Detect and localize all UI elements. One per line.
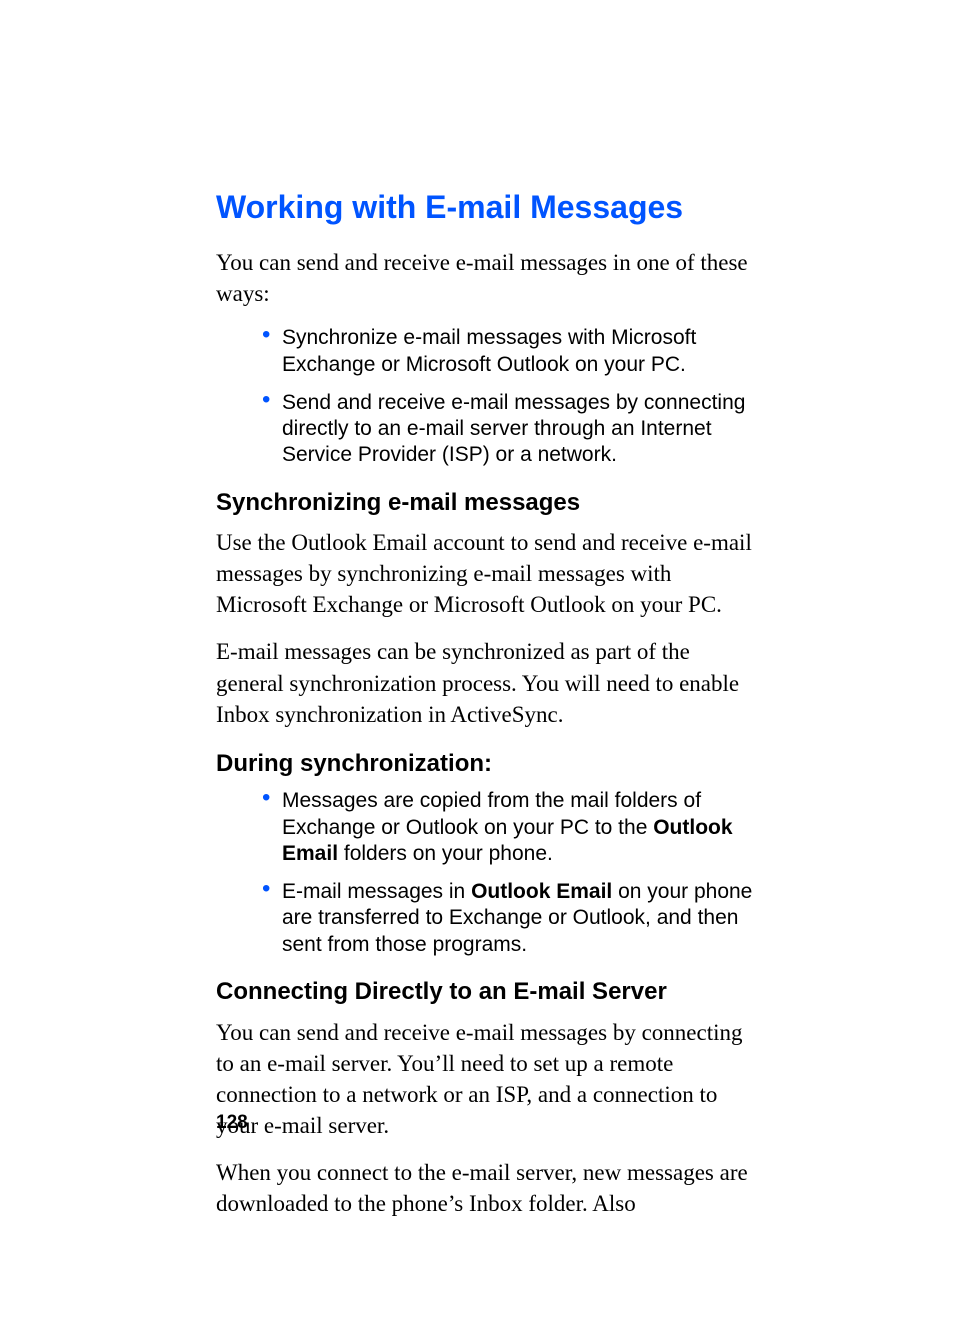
page-number: 128 [216, 1112, 248, 1134]
subhead-during-sync: During synchronization: [216, 750, 754, 779]
sync-paragraph-2: E-mail messages can be synchronized as p… [216, 636, 754, 729]
list-item: Synchronize e-mail messages with Microso… [216, 325, 754, 378]
bullet-text: E-mail messages in [282, 880, 471, 903]
during-bullet-list: Messages are copied from the mail folder… [216, 788, 754, 958]
bullet-text: Messages are copied from the mail folder… [282, 789, 701, 838]
connect-paragraph-2: When you connect to the e-mail server, n… [216, 1157, 754, 1219]
list-item: E-mail messages in Outlook Email on your… [216, 879, 754, 958]
sync-paragraph-1: Use the Outlook Email account to send an… [216, 527, 754, 620]
connect-paragraph-1: You can send and receive e-mail messages… [216, 1017, 754, 1141]
bold-text: Outlook Email [471, 880, 612, 903]
subhead-synchronizing: Synchronizing e-mail messages [216, 489, 754, 518]
bullet-text: folders on your phone. [338, 842, 553, 865]
intro-paragraph: You can send and receive e-mail messages… [216, 247, 754, 309]
page: Working with E-mail Messages You can sen… [0, 0, 954, 1319]
subhead-connecting: Connecting Directly to an E-mail Server [216, 978, 754, 1007]
section-title: Working with E-mail Messages [216, 190, 754, 225]
list-item: Messages are copied from the mail folder… [216, 788, 754, 867]
intro-bullet-list: Synchronize e-mail messages with Microso… [216, 325, 754, 468]
list-item: Send and receive e-mail messages by conn… [216, 390, 754, 469]
